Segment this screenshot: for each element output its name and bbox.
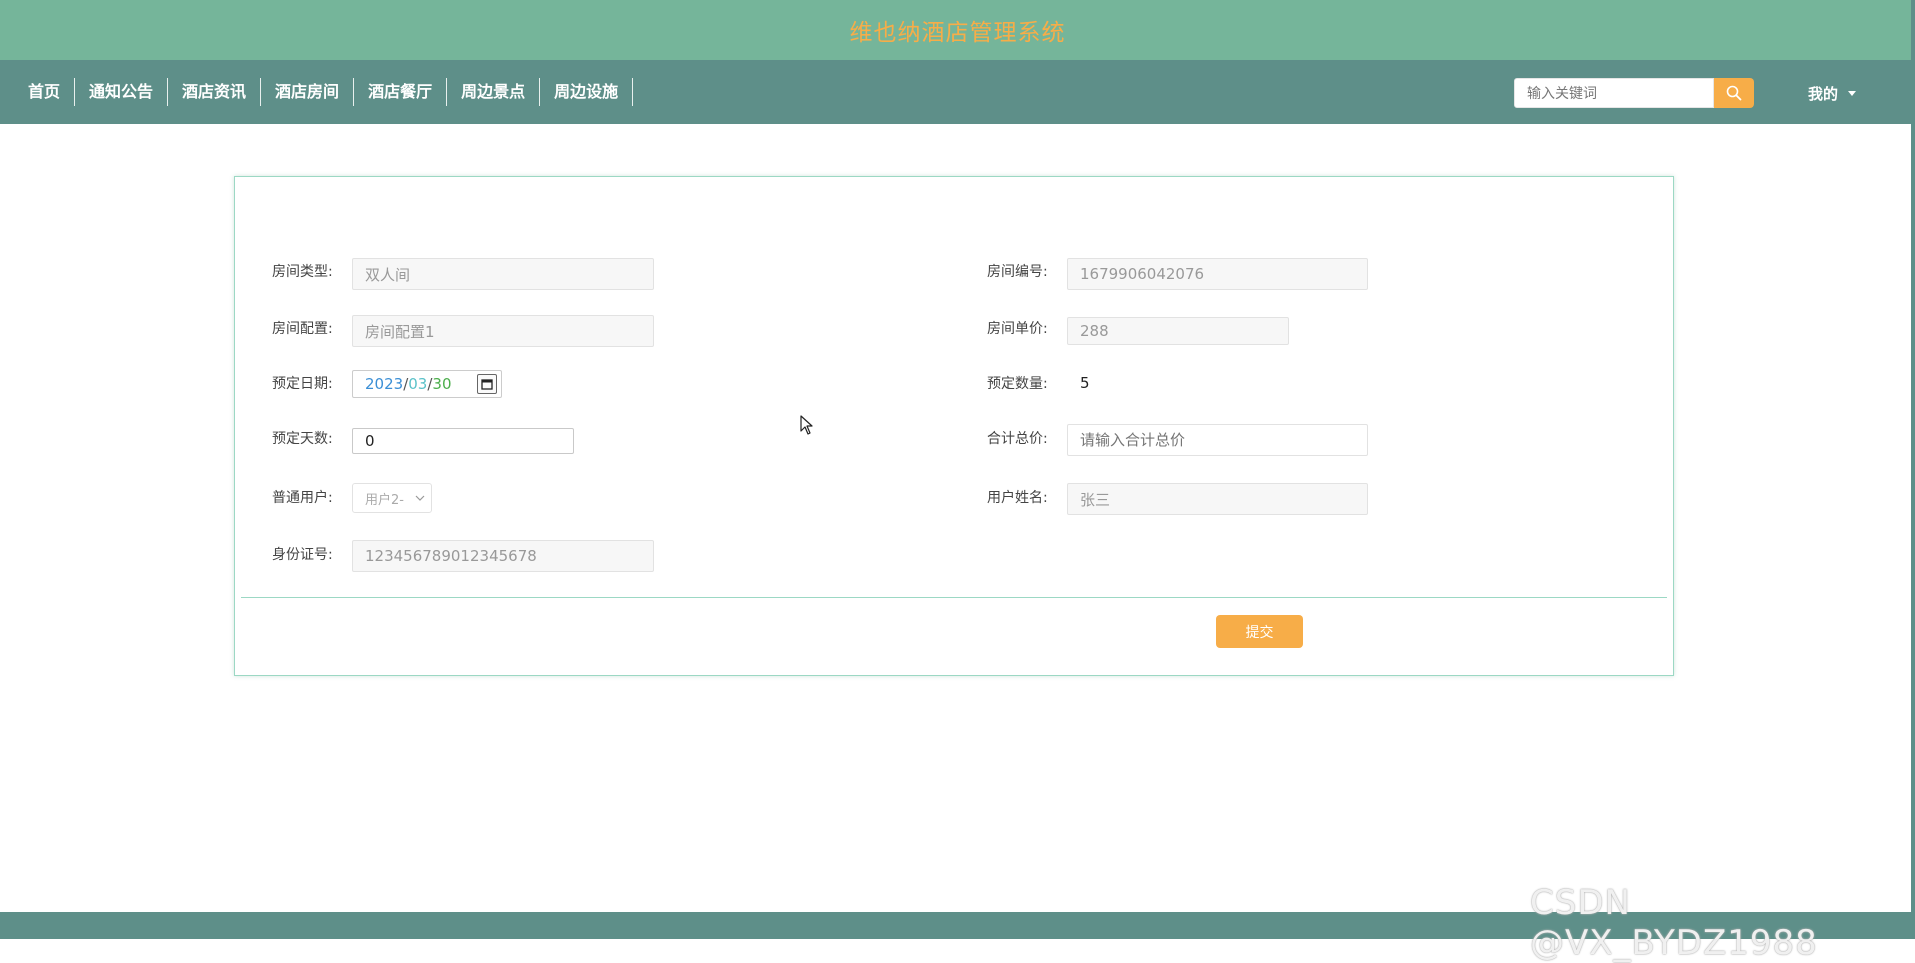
booking-quantity-value: 5 — [1080, 374, 1090, 392]
caret-down-icon — [1848, 90, 1857, 96]
mouse-cursor-icon — [800, 415, 813, 435]
search-button[interactable] — [1714, 78, 1754, 108]
booking-days-label: 预定天数: — [272, 431, 333, 447]
room-price-label: 房间单价: — [987, 321, 1048, 337]
nav-bar: 首页 通知公告 酒店资讯 酒店房间 酒店餐厅 周边景点 周边设施 我的 — [0, 60, 1915, 124]
booking-quantity-label: 预定数量: — [987, 376, 1048, 392]
nav-item-nearby-attractions[interactable]: 周边景点 — [447, 78, 541, 106]
room-config-label: 房间配置: — [272, 321, 333, 337]
total-price-input[interactable] — [1067, 424, 1368, 456]
nav-item-nearby-facilities[interactable]: 周边设施 — [540, 78, 634, 106]
nav-item-home[interactable]: 首页 — [14, 78, 76, 106]
date-day: 30 — [432, 375, 452, 393]
app-title: 维也纳酒店管理系统 — [849, 20, 1066, 46]
watermark-text: CSDN @VX_BYDZ1988 — [1530, 883, 1818, 963]
submit-button[interactable]: 提交 — [1216, 615, 1303, 648]
chevron-down-icon — [415, 495, 425, 501]
calendar-icon[interactable] — [477, 374, 497, 394]
room-config-field[interactable]: 房间配置1 — [352, 315, 654, 347]
booking-date-label: 预定日期: — [272, 376, 333, 392]
room-number-field[interactable]: 1679906042076 — [1067, 258, 1368, 290]
title-bar: 维也纳酒店管理系统 — [0, 0, 1915, 60]
date-year: 2023 — [365, 375, 404, 393]
room-price-field[interactable]: 288 — [1067, 317, 1289, 345]
user-menu[interactable]: 我的 — [1808, 78, 1857, 108]
id-number-field[interactable]: 123456789012345678 — [352, 540, 654, 572]
form-divider — [241, 597, 1667, 598]
nav-item-hotel-news[interactable]: 酒店资讯 — [168, 78, 262, 106]
date-month: 03 — [408, 375, 428, 393]
user-menu-label: 我的 — [1808, 84, 1839, 103]
user-name-field[interactable]: 张三 — [1067, 483, 1368, 515]
room-type-label: 房间类型: — [272, 264, 333, 280]
nav-item-hotel-restaurant[interactable]: 酒店餐厅 — [354, 78, 448, 106]
user-select[interactable]: 用户2- — [352, 483, 432, 513]
room-number-label: 房间编号: — [987, 264, 1048, 280]
booking-date-input[interactable]: 2023/03/30 — [352, 370, 502, 398]
room-type-field[interactable]: 双人间 — [352, 258, 654, 290]
user-select-value: 用户2- — [365, 492, 404, 508]
nav-item-notices[interactable]: 通知公告 — [75, 78, 169, 106]
booking-days-input[interactable]: 0 — [352, 428, 574, 454]
nav-item-hotel-rooms[interactable]: 酒店房间 — [261, 78, 355, 106]
user-label: 普通用户: — [272, 490, 333, 506]
nav-menu: 首页 通知公告 酒店资讯 酒店房间 酒店餐厅 周边景点 周边设施 — [14, 60, 634, 124]
search-input[interactable] — [1514, 78, 1714, 108]
id-number-label: 身份证号: — [272, 547, 333, 563]
search-icon — [1726, 85, 1742, 101]
scrollbar-edge — [1911, 0, 1915, 939]
user-name-label: 用户姓名: — [987, 490, 1048, 506]
booking-form-card: 房间类型: 双人间 房间编号: 1679906042076 房间配置: 房间配置… — [234, 176, 1674, 676]
total-price-label: 合计总价: — [987, 431, 1048, 447]
